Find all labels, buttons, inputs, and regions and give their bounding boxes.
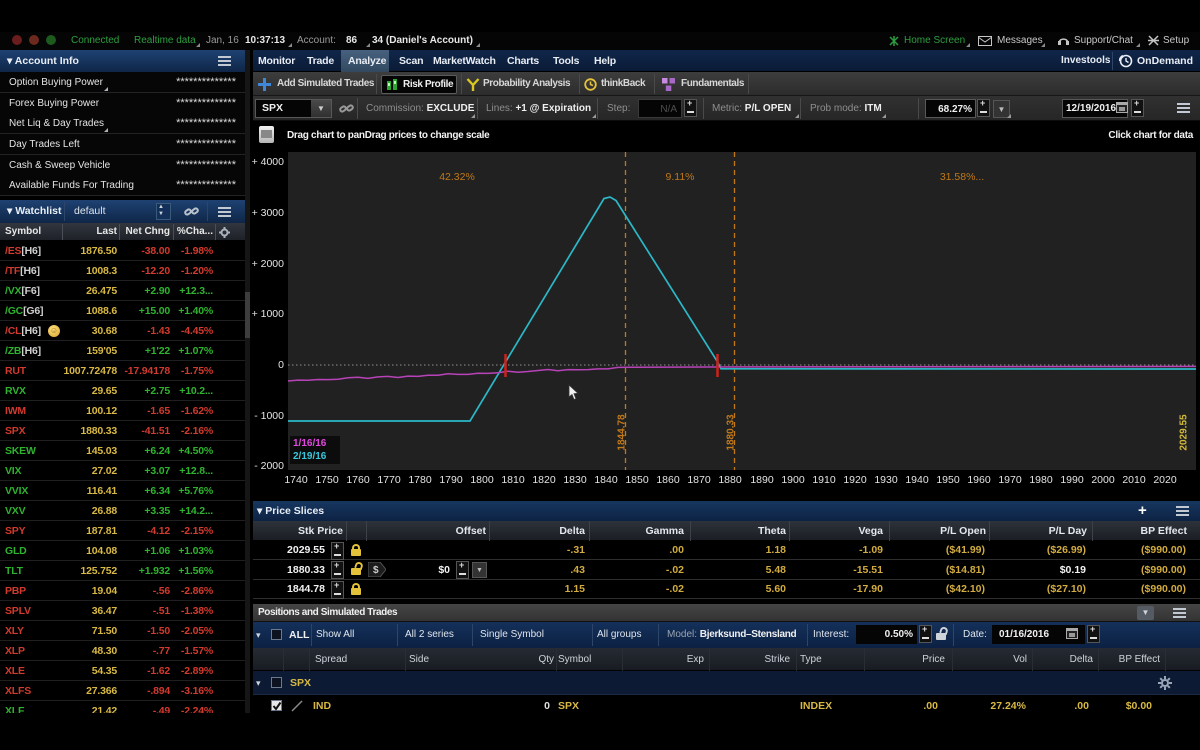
svg-text:$: $ <box>373 565 379 576</box>
